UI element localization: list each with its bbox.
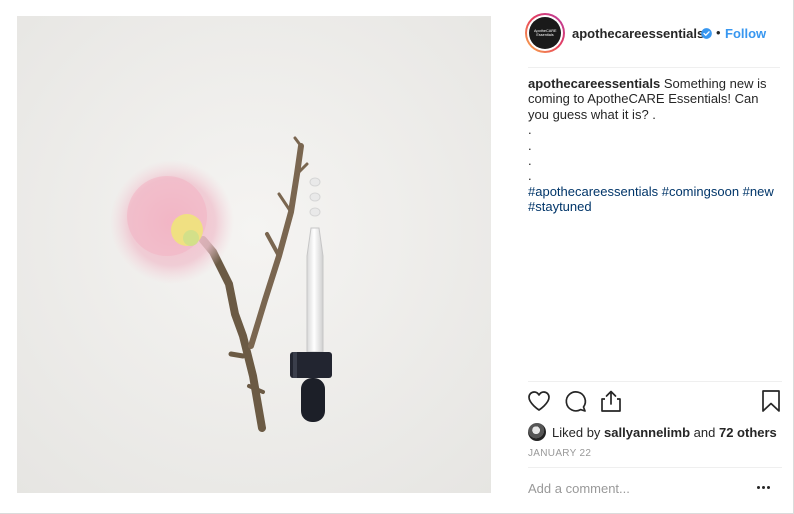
- likes-conjunction: and: [693, 424, 716, 440]
- caption-dot-line: .: [528, 153, 532, 169]
- verified-badge-icon: [701, 28, 712, 39]
- separator-dot: •: [716, 25, 721, 40]
- more-options-icon[interactable]: [754, 478, 772, 496]
- liker-avatar[interactable]: [528, 423, 546, 441]
- more-dot: [766, 485, 770, 489]
- avatar-logo-text: ApotheCARE Essentials: [534, 28, 557, 38]
- post-header: ApotheCARE Essentials apothecareessentia…: [510, 0, 780, 66]
- caption-dot-line: .: [528, 137, 532, 153]
- bookmark-icon: [762, 390, 780, 412]
- post-image[interactable]: [17, 16, 491, 493]
- likes-others-link[interactable]: 72 others: [719, 425, 777, 440]
- likes-summary: Liked by sallyannelimb and 72 others: [528, 422, 788, 442]
- liker-username[interactable]: sallyannelimb: [604, 425, 690, 440]
- action-bar: [526, 388, 784, 418]
- post-photo: [17, 16, 491, 493]
- more-dot: [761, 485, 765, 489]
- caption-dot-line: .: [528, 122, 532, 138]
- caption-dot-line: .: [528, 168, 532, 184]
- header-username[interactable]: apothecareessentials: [572, 26, 704, 41]
- post-caption: apothecareessentials Something new is co…: [528, 76, 780, 215]
- more-dot: [756, 485, 760, 489]
- hashtag-link[interactable]: #comingsoon: [662, 184, 739, 199]
- hashtag-link[interactable]: #staytuned: [528, 199, 592, 214]
- like-button[interactable]: [526, 388, 552, 414]
- profile-avatar[interactable]: ApotheCARE Essentials: [525, 13, 565, 53]
- likes-prefix: Liked by: [552, 424, 601, 440]
- heart-icon: [528, 391, 550, 411]
- share-button[interactable]: [598, 388, 624, 414]
- comment-bubble-icon: [565, 391, 587, 412]
- post-date[interactable]: JANUARY 22: [528, 448, 591, 459]
- hashtag-link[interactable]: #new: [743, 184, 774, 199]
- comment-button[interactable]: [562, 388, 588, 414]
- actions-divider: [528, 381, 782, 382]
- hashtag-link[interactable]: #apothecareessentials: [528, 184, 658, 199]
- post-sidebar: ApotheCARE Essentials apothecareessentia…: [510, 0, 794, 514]
- share-icon: [601, 390, 621, 412]
- comment-input[interactable]: [528, 479, 748, 497]
- avatar-logo: ApotheCARE Essentials: [529, 17, 561, 49]
- caption-username[interactable]: apothecareessentials: [528, 76, 660, 91]
- save-button[interactable]: [758, 388, 784, 414]
- comment-divider: [528, 467, 782, 468]
- post-window: ApotheCARE Essentials apothecareessentia…: [0, 0, 794, 514]
- avatar-border: ApotheCARE Essentials: [527, 15, 563, 51]
- follow-button[interactable]: Follow: [725, 26, 766, 41]
- header-divider: [528, 67, 780, 68]
